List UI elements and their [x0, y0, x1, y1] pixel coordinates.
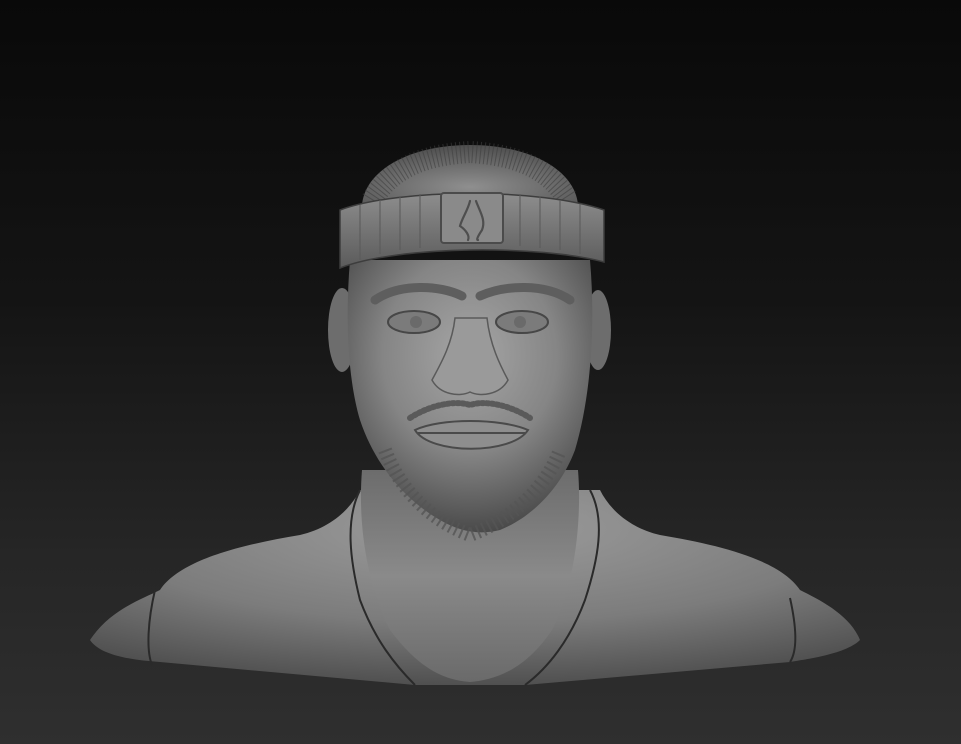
- beanie-logo-emblem: [440, 192, 504, 244]
- 3d-viewport[interactable]: [0, 0, 961, 744]
- sculpted-bust-model[interactable]: [0, 0, 961, 744]
